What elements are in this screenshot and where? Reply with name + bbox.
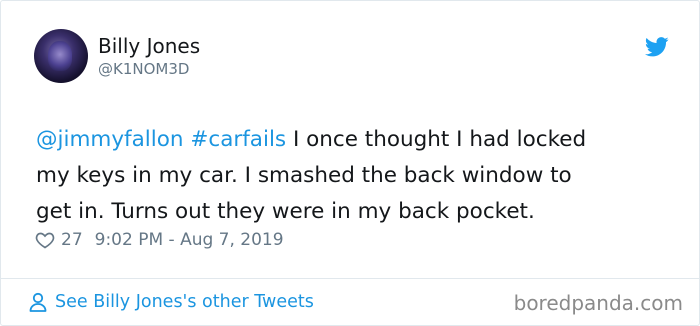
avatar[interactable]: [34, 29, 88, 83]
tweet-line-1: @jimmyfallon #carfails I once thought I …: [36, 122, 676, 158]
hashtag-link[interactable]: #carfails: [190, 127, 286, 152]
tweet-line-2: my keys in my car. I smashed the back wi…: [36, 163, 572, 188]
tweet-line-3: get in. Turns out they were in my back p…: [36, 199, 535, 224]
watermark: boredpanda.com: [513, 291, 683, 315]
mention-link[interactable]: @jimmyfallon: [36, 127, 184, 152]
person-icon: [29, 292, 47, 312]
other-tweets-label[interactable]: See Billy Jones's other Tweets: [55, 290, 314, 314]
divider: [1, 278, 699, 279]
author-handle[interactable]: @K1NOM3D: [98, 60, 189, 78]
author-name[interactable]: Billy Jones: [98, 34, 200, 58]
tweet-card: Billy Jones @K1NOM3D @jimmyfallon #carfa…: [0, 0, 700, 326]
twitter-bird-icon[interactable]: [645, 37, 669, 57]
heart-icon[interactable]: [35, 230, 55, 250]
avatar-face: [48, 41, 72, 71]
other-tweets-link[interactable]: See Billy Jones's other Tweets: [29, 290, 314, 314]
tweet-text: @jimmyfallon #carfails I once thought I …: [36, 122, 676, 230]
timestamp-link[interactable]: 9:02 PM - Aug 7, 2019: [95, 228, 284, 252]
like-count: 27: [61, 230, 83, 250]
tweet-meta: 27 9:02 PM - Aug 7, 2019: [35, 228, 284, 252]
tweet-text-part-1: I once thought I had locked: [286, 127, 587, 152]
